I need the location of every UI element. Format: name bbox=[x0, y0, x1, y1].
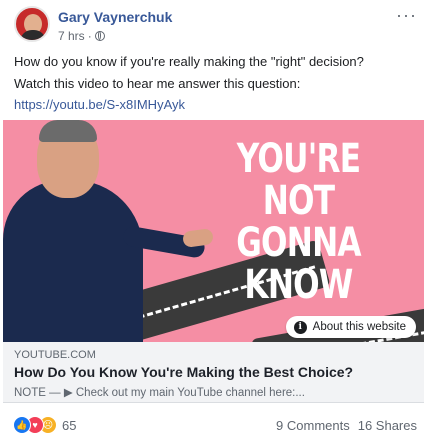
headline-line-1: YOU'RE bbox=[236, 136, 361, 182]
post-text-line-1: How do you know if you're really making … bbox=[14, 54, 364, 69]
video-thumbnail[interactable]: YOU'RE NOT GONNA KNOW i About this websi… bbox=[3, 120, 424, 342]
thumbnail-headline: YOU'RE NOT GONNA KNOW bbox=[207, 138, 390, 306]
shares-count[interactable]: 16 Shares bbox=[358, 418, 417, 433]
about-website-button[interactable]: i About this website bbox=[285, 316, 416, 338]
meta-separator: · bbox=[87, 29, 92, 43]
person-body bbox=[3, 180, 143, 342]
post-link[interactable]: https://youtu.be/S-x8IMHyAyk bbox=[14, 97, 185, 112]
author-avatar[interactable] bbox=[14, 6, 50, 42]
preview-description: NOTE — ▶ Check out my main YouTube chann… bbox=[14, 387, 305, 399]
person-hair bbox=[39, 120, 97, 142]
headline-line-3: KNOW bbox=[244, 262, 353, 308]
author-name[interactable]: Gary Vaynerchuk bbox=[58, 9, 172, 25]
preview-domain: YOUTUBE.COM bbox=[14, 349, 96, 361]
like-icon: 👍 bbox=[13, 416, 31, 434]
comments-count[interactable]: 9 Comments bbox=[276, 418, 350, 433]
post-card: Gary Vaynerchuk 7 hrs · ··· How do you k… bbox=[0, 0, 427, 442]
about-website-label: About this website bbox=[312, 321, 406, 333]
avatar-shirt bbox=[20, 30, 46, 40]
engagement-stats: 9 Comments 16 Shares bbox=[276, 418, 417, 433]
headline-line-2: NOT GONNA bbox=[236, 178, 361, 266]
preview-title[interactable]: How Do You Know You're Making the Best C… bbox=[14, 364, 353, 380]
reactions-summary[interactable]: 👍 ♥ ☹ 65 bbox=[13, 416, 76, 434]
reaction-count: 65 bbox=[62, 417, 77, 433]
more-options-button[interactable]: ··· bbox=[396, 5, 417, 26]
post-text-line-2: Watch this video to hear me answer this … bbox=[14, 76, 301, 91]
post-meta: 7 hrs · bbox=[58, 29, 105, 43]
info-icon: i bbox=[293, 320, 307, 334]
globe-icon[interactable] bbox=[94, 31, 105, 41]
post-time[interactable]: 7 hrs bbox=[58, 29, 85, 43]
link-preview[interactable]: YOUTUBE.COM How Do You Know You're Makin… bbox=[3, 342, 424, 403]
